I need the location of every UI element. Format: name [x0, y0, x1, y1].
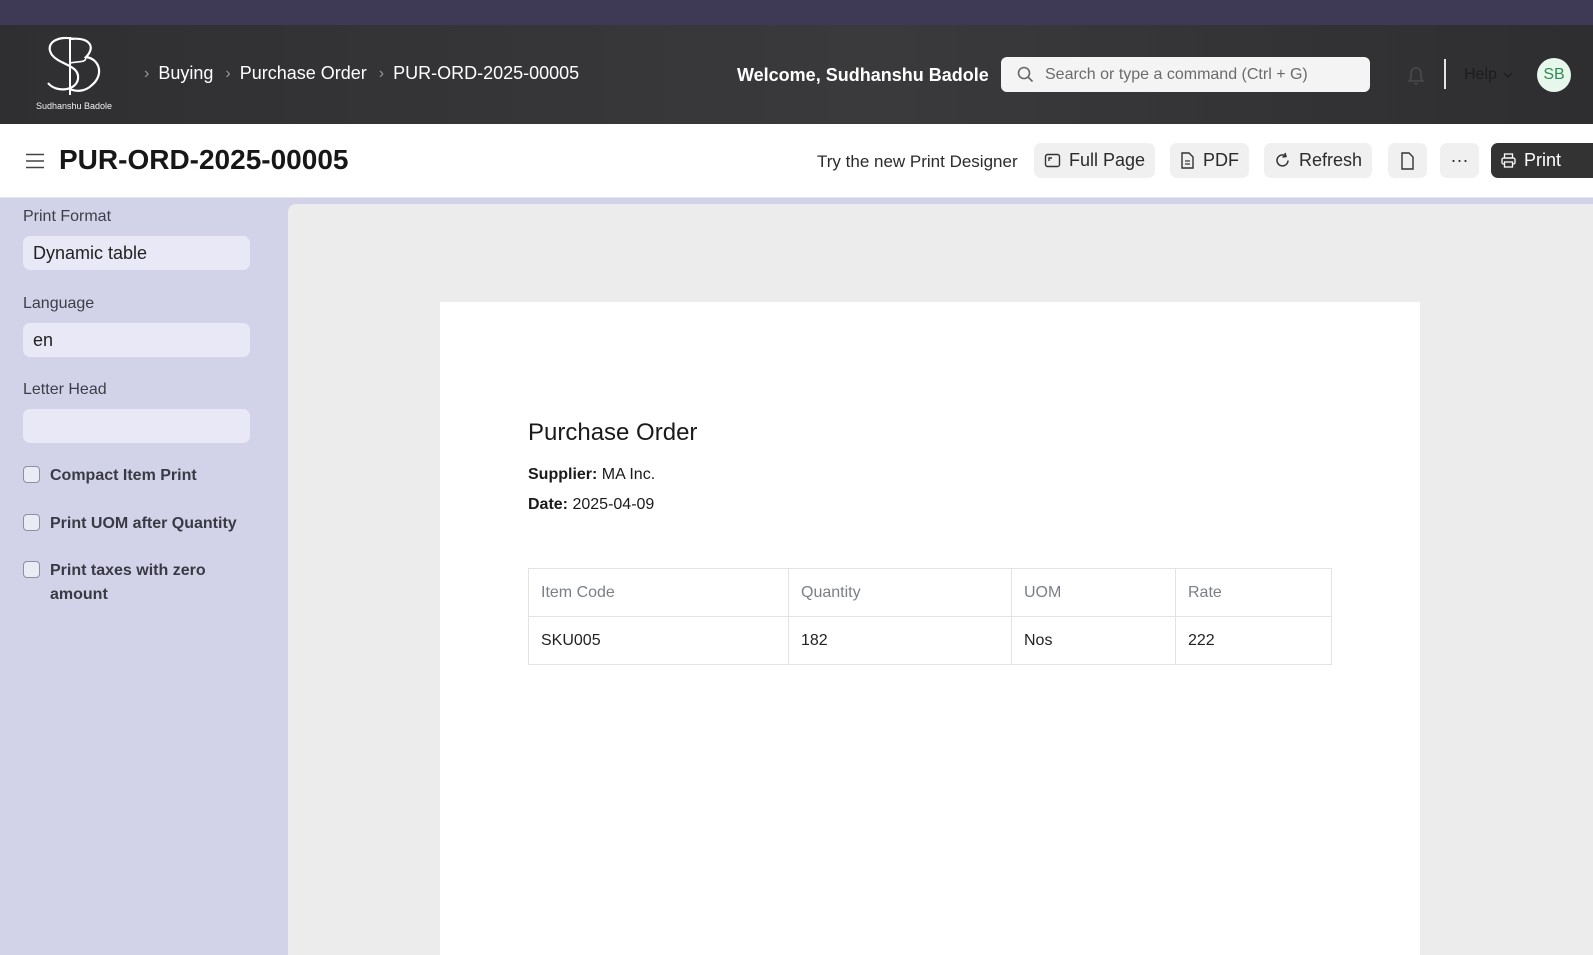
more-label: ··· [1450, 150, 1469, 170]
full-page-button[interactable]: Full Page [1034, 143, 1156, 178]
language-label: Language [23, 295, 95, 312]
help-dropdown[interactable]: Help [1464, 66, 1513, 84]
column-header-uom: UOM [1011, 568, 1176, 617]
refresh-label: Refresh [1299, 150, 1363, 170]
notification-bell-icon[interactable] [1406, 66, 1426, 86]
more-options-button[interactable]: ··· [1440, 143, 1479, 178]
welcome-text: Welcome, Sudhanshu Badole [737, 65, 989, 85]
cell-item-code: SKU005 [528, 616, 789, 665]
letter-head-label: Letter Head [23, 381, 107, 398]
navbar-divider [1444, 59, 1446, 89]
cell-rate: 222 [1175, 616, 1332, 665]
search-icon [1017, 66, 1034, 83]
letter-head-select[interactable] [23, 409, 250, 443]
print-format-select[interactable]: Dynamic table [23, 236, 250, 270]
print-uom-option[interactable]: Print UOM after Quantity [23, 512, 250, 536]
refresh-button[interactable]: Refresh [1264, 143, 1373, 178]
file-icon [1181, 152, 1194, 169]
print-button[interactable]: Print [1491, 143, 1593, 178]
breadcrumb-purchase-order[interactable]: Purchase Order [240, 63, 367, 84]
print-settings-sidebar: Print Format Dynamic table Language en L… [0, 198, 287, 955]
print-taxes-zero-option[interactable]: Print taxes with zero amount [23, 559, 220, 607]
print-format-label: Print Format [23, 208, 112, 225]
print-uom-checkbox[interactable] [23, 514, 40, 531]
navbar: Sudhanshu Badole › Buying › Purchase Ord… [0, 25, 1593, 124]
print-label: Print [1524, 150, 1562, 170]
cell-quantity: 182 [788, 616, 1012, 665]
print-preview-area: Purchase Order Supplier: MA Inc. Date: 2… [288, 204, 1593, 955]
print-taxes-zero-checkbox[interactable] [23, 561, 40, 578]
printer-icon [1501, 153, 1516, 168]
compact-item-print-label: Compact Item Print [50, 467, 197, 484]
table-header-row: Item Code Quantity UOM Rate [528, 568, 1332, 617]
column-header-item-code: Item Code [528, 568, 789, 617]
print-designer-link[interactable]: Try the new Print Designer [817, 152, 1018, 172]
search-bar[interactable] [1001, 57, 1370, 92]
breadcrumb-current-doc[interactable]: PUR-ORD-2025-00005 [393, 63, 579, 84]
chevron-down-icon [1503, 72, 1513, 78]
print-uom-label: Print UOM after Quantity [50, 515, 237, 532]
print-taxes-zero-label: Print taxes with zero amount [50, 562, 206, 603]
date-line: Date: 2025-04-09 [528, 496, 654, 514]
document-title: Purchase Order [528, 419, 698, 446]
chevron-right-icon: › [144, 64, 150, 82]
brand-logo[interactable]: Sudhanshu Badole [30, 33, 118, 115]
menu-toggle-icon[interactable] [26, 153, 44, 169]
chevron-right-icon: › [225, 64, 231, 82]
page-settings-button[interactable] [1388, 143, 1427, 178]
page-header: PUR-ORD-2025-00005 Try the new Print Des… [0, 124, 1593, 198]
table-row: SKU005 182 Nos 222 [528, 616, 1332, 665]
browser-top-strip [0, 0, 1593, 25]
chevron-right-icon: › [378, 64, 385, 82]
brand-name: Sudhanshu Badole [35, 101, 113, 111]
supplier-line: Supplier: MA Inc. [528, 466, 655, 484]
column-header-rate: Rate [1175, 568, 1332, 617]
compact-item-print-option[interactable]: Compact Item Print [23, 464, 230, 488]
language-select[interactable]: en [23, 323, 250, 357]
page-title: PUR-ORD-2025-00005 [59, 144, 349, 175]
date-label: Date: [528, 496, 569, 513]
date-value: 2025-04-09 [572, 496, 655, 513]
compact-item-print-checkbox[interactable] [23, 466, 40, 483]
items-table: Item Code Quantity UOM Rate SKU005 182 N… [528, 568, 1332, 665]
expand-icon [1044, 153, 1061, 168]
breadcrumb-buying[interactable]: Buying [158, 63, 213, 84]
search-input[interactable] [1045, 57, 1363, 92]
supplier-value: MA Inc. [601, 466, 656, 483]
refresh-icon [1276, 152, 1289, 167]
avatar[interactable]: SB [1537, 58, 1571, 92]
full-page-label: Full Page [1069, 150, 1146, 170]
breadcrumb: › Buying › Purchase Order › PUR-ORD-2025… [140, 63, 587, 84]
pdf-label: PDF [1203, 150, 1239, 170]
document-icon [1401, 151, 1414, 170]
supplier-label: Supplier: [528, 466, 598, 483]
pdf-button[interactable]: PDF [1170, 143, 1249, 178]
cell-uom: Nos [1011, 616, 1176, 665]
logo-monogram-icon [47, 36, 101, 95]
print-preview-page: Purchase Order Supplier: MA Inc. Date: 2… [440, 302, 1420, 955]
column-header-quantity: Quantity [788, 568, 1012, 617]
help-label: Help [1464, 66, 1497, 83]
